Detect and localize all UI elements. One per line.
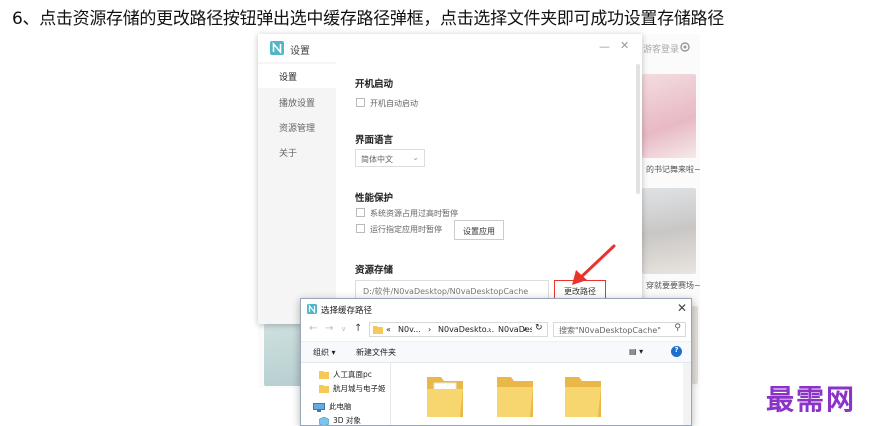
storage-path-field[interactable]: D:/软件/N0vaDesktop/N0vaDesktopCache: [355, 280, 549, 300]
tree-item[interactable]: 航月城与电子姬: [319, 383, 386, 395]
wallpaper-thumbnail[interactable]: [642, 188, 696, 274]
folder-icon: [319, 385, 329, 393]
search-icon[interactable]: ⚲: [674, 323, 681, 333]
file-list-scrollbar[interactable]: [683, 363, 691, 425]
sidebar-item-resources[interactable]: 资源管理: [258, 115, 336, 139]
section-title-boot: 开机启动: [355, 79, 394, 90]
tree-item-label: 人工真面pc: [333, 370, 372, 379]
address-segment[interactable]: N0vaDeskto...: [438, 325, 494, 334]
address-segment: «: [386, 325, 391, 334]
site-watermark: 最需网: [766, 383, 857, 416]
recent-chevron-icon[interactable]: ∨: [341, 325, 346, 333]
picker-title: 选择缓存路径: [321, 306, 373, 316]
new-folder-button[interactable]: 新建文件夹: [356, 347, 396, 358]
forward-arrow-icon[interactable]: →: [325, 323, 333, 334]
wallpaper-caption: 的书记舞来啦~: [646, 165, 701, 174]
refresh-icon[interactable]: ↻: [535, 323, 543, 333]
wallpaper-thumbnail[interactable]: [642, 74, 696, 158]
settings-sidebar: 设置 播放设置 资源管理 关于: [258, 62, 336, 324]
folder-icon: [319, 371, 329, 379]
guest-login-link[interactable]: 游客登录: [643, 42, 679, 55]
folder-icon[interactable]: [563, 373, 603, 419]
sidebar-item-playback[interactable]: 播放设置: [258, 90, 336, 114]
gear-icon[interactable]: [679, 41, 691, 53]
address-separator: ›: [428, 325, 432, 334]
folder-icon: [373, 326, 383, 334]
app-logo-icon: [307, 304, 317, 314]
sidebar-item-settings[interactable]: 设置: [258, 64, 336, 88]
tree-item-label: 3D 对象: [333, 416, 361, 425]
chevron-down-icon[interactable]: ∨: [522, 325, 527, 333]
wallpaper-caption: 穿就要要赛场~: [646, 281, 701, 290]
high-usage-pause-checkbox[interactable]: [356, 208, 365, 217]
minimize-icon[interactable]: —: [599, 40, 610, 53]
settings-title: 设置: [290, 46, 310, 57]
picker-toolbar: 组织 ▾ 新建文件夹 ▤ ▾ ?: [301, 341, 691, 363]
language-select[interactable]: 简体中文 ⌄: [355, 149, 425, 167]
tree-item[interactable]: 此电脑: [313, 401, 352, 413]
app-running-pause-label: 运行指定应用时暂停: [370, 225, 442, 234]
sidebar-item-about[interactable]: 关于: [258, 140, 336, 164]
section-title-performance: 性能保护: [355, 193, 394, 204]
back-arrow-icon[interactable]: ←: [309, 323, 317, 334]
picker-titlebar: 选择缓存路径 ✕: [301, 299, 691, 319]
section-title-storage: 资源存储: [355, 265, 394, 276]
settings-scrollbar[interactable]: [636, 64, 640, 194]
tree-item-label: 航月城与电子姬: [333, 384, 386, 393]
help-icon[interactable]: ?: [671, 346, 682, 357]
address-separator: ›: [488, 325, 492, 334]
close-icon[interactable]: ✕: [620, 39, 629, 52]
settings-titlebar: 设置 — ✕: [258, 34, 642, 62]
address-segment[interactable]: N0v...: [398, 325, 421, 334]
computer-icon: [313, 402, 325, 412]
wallpaper-thumbnail[interactable]: [692, 306, 698, 384]
autostart-checkbox[interactable]: [356, 98, 365, 107]
folder-icon[interactable]: [425, 373, 465, 419]
tutorial-caption: 6、点击资源存储的更改路径按钮弹出选中缓存路径弹框，点击选择文件夹即可成功设置存…: [12, 9, 724, 29]
high-usage-pause-label: 系统资源占用过高时暂停: [370, 209, 458, 218]
tree-item[interactable]: 3D 对象: [319, 415, 361, 425]
view-options-icon[interactable]: ▤ ▾: [629, 347, 643, 356]
app-running-pause-checkbox[interactable]: [356, 224, 365, 233]
3d-objects-icon: [319, 416, 329, 425]
picker-navbar: ← → ∨ ↑ « N0v... › N0vaDeskto... › N0vaD…: [301, 319, 691, 341]
navigation-tree: 人工真面pc 航月城与电子姬 此电脑 3D 对象: [301, 363, 391, 425]
chevron-down-icon: ⌄: [412, 153, 419, 162]
search-placeholder: 搜索"N0vaDesktopCache": [559, 326, 661, 335]
address-bar[interactable]: « N0v... › N0vaDeskto... › N0vaDesktopCa…: [369, 322, 548, 337]
folder-picker-dialog: 选择缓存路径 ✕ ← → ∨ ↑ « N0v... › N0vaDeskto..…: [300, 298, 692, 426]
file-list: [391, 363, 691, 425]
section-title-language: 界面语言: [355, 135, 394, 146]
folder-icon[interactable]: [495, 373, 535, 419]
organize-menu[interactable]: 组织 ▾: [313, 347, 336, 358]
wallpaper-thumbnail[interactable]: [264, 324, 302, 386]
search-input[interactable]: 搜索"N0vaDesktopCache" ⚲: [553, 322, 686, 337]
set-apps-button[interactable]: 设置应用: [454, 220, 504, 240]
tree-item[interactable]: 人工真面pc: [319, 369, 372, 381]
close-icon[interactable]: ✕: [677, 301, 687, 315]
app-logo-icon: [270, 41, 284, 55]
language-value: 简体中文: [361, 155, 393, 164]
organize-label: 组织: [313, 348, 329, 357]
autostart-label: 开机自动启动: [370, 99, 418, 108]
annotation-arrow-icon: [572, 244, 616, 285]
tree-item-label: 此电脑: [329, 402, 352, 411]
up-arrow-icon[interactable]: ↑: [354, 323, 362, 334]
